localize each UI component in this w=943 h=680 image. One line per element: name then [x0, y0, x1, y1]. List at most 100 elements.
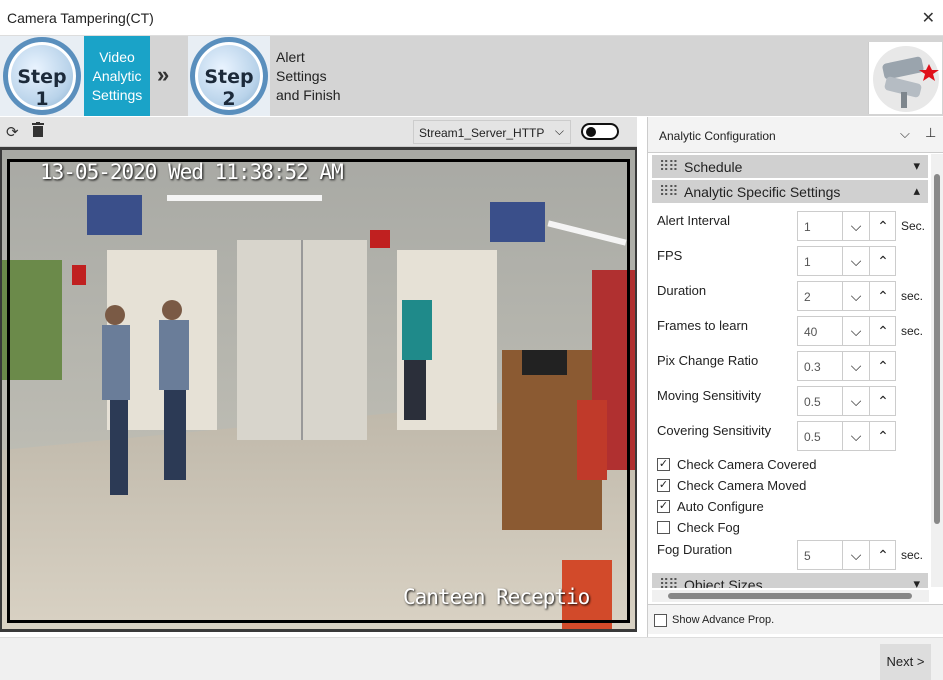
- field-unit: sec.: [901, 289, 924, 303]
- checkbox-box[interactable]: ✓: [657, 479, 670, 492]
- pin-icon[interactable]: ⊥: [925, 125, 936, 141]
- step2-badge-text: Step 2: [204, 66, 254, 110]
- checkbox-box[interactable]: ✓: [657, 500, 670, 513]
- spinner-value[interactable]: 0.3: [804, 360, 821, 374]
- field-unit: sec.: [901, 548, 924, 562]
- step1-label-text: Video Analytic Settings: [91, 49, 143, 103]
- field-moving-sensitivity: Moving Sensitivity 0.5 ⌵ ⌃: [657, 386, 927, 416]
- decrement-icon[interactable]: ⌵: [842, 387, 869, 415]
- section-schedule[interactable]: ⠿⠿ Schedule ▾: [652, 155, 928, 178]
- checkbox-box[interactable]: [654, 614, 667, 627]
- stream-select[interactable]: Stream1_Server_HTTP ⌵: [413, 120, 571, 144]
- checkbox-label[interactable]: Auto Configure: [677, 499, 764, 514]
- stream-select-value: Stream1_Server_HTTP: [419, 126, 545, 140]
- grip-icon: ⠿⠿: [659, 158, 678, 174]
- step2-label-text: Alert Settings and Finish: [276, 49, 341, 103]
- stream-toggle[interactable]: [581, 123, 619, 140]
- horizontal-scrollbar[interactable]: [652, 590, 929, 602]
- video-preview[interactable]: [0, 147, 637, 632]
- spinner-value[interactable]: 40: [804, 325, 817, 339]
- show-advance-label[interactable]: Show Advance Prop.: [672, 614, 774, 626]
- spinner-value[interactable]: 2: [804, 290, 811, 304]
- moving-sensitivity-spinner[interactable]: 0.5 ⌵ ⌃: [797, 386, 896, 416]
- field-label: Frames to learn: [657, 318, 749, 333]
- decrement-icon[interactable]: ⌵: [842, 352, 869, 380]
- step2-badge: Step 2: [190, 37, 268, 115]
- fps-spinner[interactable]: 1 ⌵ ⌃: [797, 246, 896, 276]
- video-toolbar: ⟳ Stream1_Server_HTTP ⌵: [0, 117, 637, 147]
- grip-icon: ⠿⠿: [659, 183, 678, 199]
- panel-title: Analytic Configuration: [659, 129, 776, 143]
- increment-icon[interactable]: ⌃: [869, 247, 896, 275]
- covering-sensitivity-spinner[interactable]: 0.5 ⌵ ⌃: [797, 421, 896, 451]
- grip-icon: ⠿⠿: [659, 576, 678, 588]
- decrement-icon[interactable]: ⌵: [842, 317, 869, 345]
- trash-icon[interactable]: [32, 122, 44, 141]
- checkbox-box[interactable]: [657, 521, 670, 534]
- field-unit: sec.: [901, 324, 924, 338]
- field-duration: Duration 2 ⌵ ⌃ sec.: [657, 281, 927, 311]
- fog-duration-spinner[interactable]: 5 ⌵ ⌃: [797, 540, 896, 570]
- decrement-icon[interactable]: ⌵: [842, 247, 869, 275]
- duration-spinner[interactable]: 2 ⌵ ⌃: [797, 281, 896, 311]
- decrement-icon[interactable]: ⌵: [842, 282, 869, 310]
- field-label: FPS: [657, 248, 683, 263]
- decrement-icon[interactable]: ⌵: [842, 212, 869, 240]
- video-border: [7, 159, 630, 623]
- scrollbar-thumb[interactable]: [668, 593, 912, 599]
- spinner-value[interactable]: 1: [804, 220, 811, 234]
- decrement-icon[interactable]: ⌵: [842, 541, 869, 569]
- wizard-steps: Step 1 Video Analytic Settings » Step 2 …: [0, 36, 943, 116]
- pix-change-ratio-spinner[interactable]: 0.3 ⌵ ⌃: [797, 351, 896, 381]
- step1-badge-text: Step 1: [17, 66, 67, 110]
- decrement-icon[interactable]: ⌵: [842, 422, 869, 450]
- spinner-value[interactable]: 0.5: [804, 430, 821, 444]
- alert-interval-spinner[interactable]: 1 ⌵ ⌃: [797, 211, 896, 241]
- increment-icon[interactable]: ⌃: [869, 352, 896, 380]
- field-unit: Sec.: [901, 219, 926, 233]
- field-label: Duration: [657, 283, 707, 298]
- checkbox-label[interactable]: Check Camera Moved: [677, 478, 806, 493]
- osd-camera-name: Canteen Receptio: [403, 585, 590, 609]
- step1-badge: Step 1: [3, 37, 81, 115]
- field-label: Moving Sensitivity: [657, 388, 762, 403]
- show-advance-prop[interactable]: Show Advance Prop.: [648, 604, 943, 634]
- checkbox-label[interactable]: Check Fog: [677, 520, 740, 535]
- field-frames-to-learn: Frames to learn 40 ⌵ ⌃ sec.: [657, 316, 927, 346]
- spinner-value[interactable]: 1: [804, 255, 811, 269]
- section-object-sizes-label: Object Sizes: [684, 577, 763, 588]
- close-icon[interactable]: ✕: [922, 8, 935, 28]
- increment-icon[interactable]: ⌃: [869, 387, 896, 415]
- frames-to-learn-spinner[interactable]: 40 ⌵ ⌃: [797, 316, 896, 346]
- refresh-icon[interactable]: ⟳: [6, 123, 19, 141]
- increment-icon[interactable]: ⌃: [869, 317, 896, 345]
- footer-bar: Next >: [0, 637, 943, 680]
- step2-indicator[interactable]: Step 2: [188, 36, 270, 116]
- spinner-value[interactable]: 0.5: [804, 395, 821, 409]
- scrollbar-thumb[interactable]: [934, 174, 940, 524]
- chevron-down-icon[interactable]: ⌵: [900, 126, 910, 142]
- field-alert-interval: Alert Interval 1 ⌵ ⌃ Sec.: [657, 211, 927, 241]
- increment-icon[interactable]: ⌃: [869, 541, 896, 569]
- field-label: Pix Change Ratio: [657, 353, 759, 368]
- analytic-config-panel: Analytic Configuration ⌵ ⊥ ⠿⠿ Schedule ▾…: [647, 117, 943, 637]
- section-analytic-specific-label: Analytic Specific Settings: [684, 184, 841, 200]
- increment-icon[interactable]: ⌃: [869, 422, 896, 450]
- spinner-value[interactable]: 5: [804, 549, 811, 563]
- expand-arrow-icon: ▾: [913, 158, 920, 173]
- section-schedule-label: Schedule: [684, 159, 743, 175]
- next-button[interactable]: Next >: [880, 644, 931, 680]
- increment-icon[interactable]: ⌃: [869, 282, 896, 310]
- checkbox-box[interactable]: ✓: [657, 458, 670, 471]
- panel-header: Analytic Configuration ⌵ ⊥: [648, 117, 943, 153]
- step2-label[interactable]: Alert Settings and Finish: [276, 36, 348, 116]
- increment-icon[interactable]: ⌃: [869, 212, 896, 240]
- checkbox-label[interactable]: Check Camera Covered: [677, 457, 816, 472]
- field-fps: FPS 1 ⌵ ⌃: [657, 246, 927, 276]
- section-analytic-specific[interactable]: ⠿⠿ Analytic Specific Settings ▴: [652, 180, 928, 203]
- expand-arrow-icon: ▾: [913, 576, 920, 588]
- step1-label[interactable]: Video Analytic Settings: [84, 36, 150, 116]
- step1-indicator[interactable]: Step 1: [0, 36, 85, 116]
- section-object-sizes[interactable]: ⠿⠿ Object Sizes ▾: [652, 573, 928, 588]
- vertical-scrollbar[interactable]: [931, 154, 943, 587]
